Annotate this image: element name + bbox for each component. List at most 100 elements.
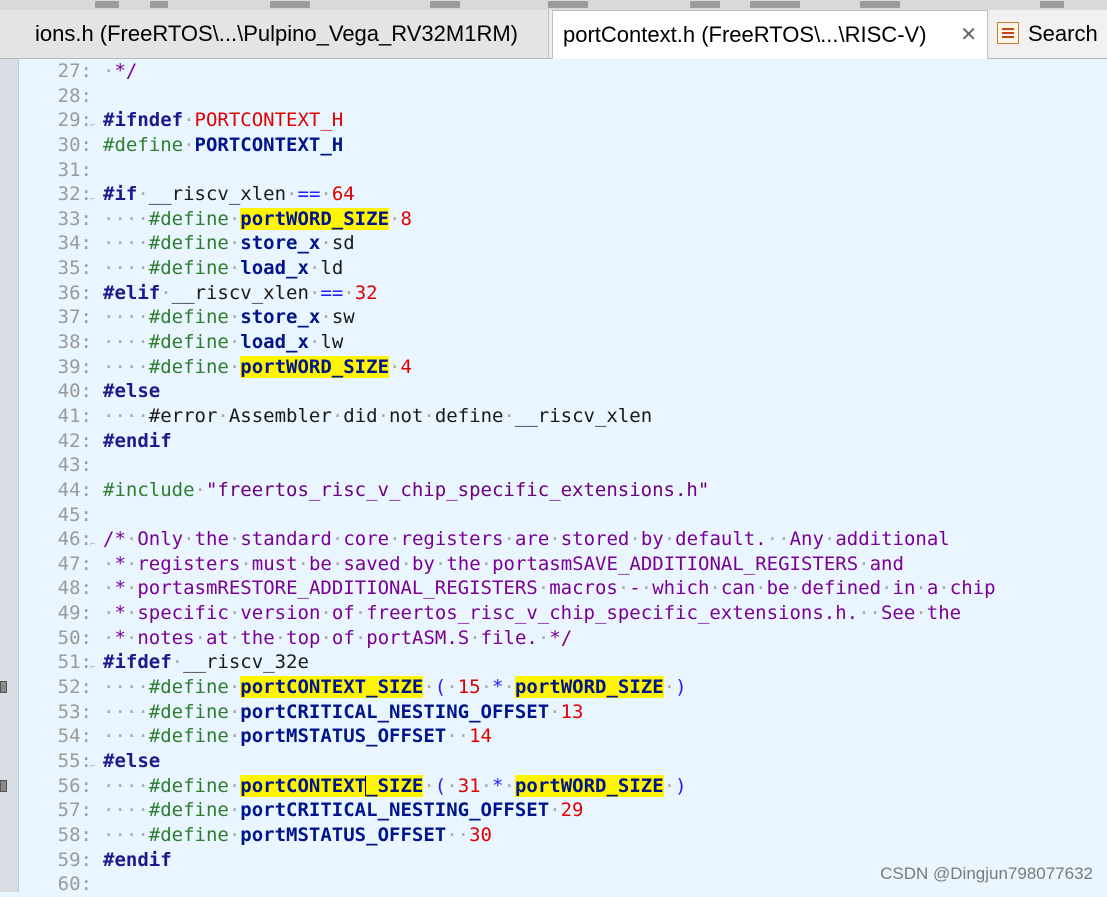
code-token: · bbox=[331, 552, 344, 575]
code-token: default. bbox=[675, 528, 767, 551]
code-token: · bbox=[228, 823, 241, 846]
code-token: · bbox=[709, 577, 721, 600]
code-token: by bbox=[640, 528, 664, 551]
code-token: top bbox=[286, 626, 321, 649]
code-token: chip bbox=[949, 577, 996, 600]
code-token: ···· bbox=[103, 232, 149, 255]
code-token: · bbox=[228, 725, 241, 748]
line-number: 55: bbox=[57, 749, 92, 772]
code-token: · bbox=[549, 799, 561, 822]
code-token: #else bbox=[103, 749, 161, 772]
code-text: ·*·portasmRESTORE_ADDITIONAL_REGISTERS·m… bbox=[103, 576, 996, 601]
code-token: == bbox=[320, 281, 344, 304]
code-token: · bbox=[354, 602, 367, 625]
code-token: · bbox=[640, 577, 653, 600]
code-token: · bbox=[423, 774, 435, 797]
code-token: · bbox=[183, 133, 195, 156]
tab-search[interactable]: Search bbox=[990, 10, 1107, 58]
toolbar-button[interactable] bbox=[690, 1, 720, 8]
toolbar-button[interactable] bbox=[430, 1, 460, 8]
code-token: /* bbox=[103, 528, 126, 551]
code-token: · bbox=[549, 528, 561, 551]
code-token: portasmSAVE_ADDITIONAL_REGISTERS bbox=[492, 552, 859, 575]
code-token: · bbox=[286, 183, 298, 206]
code-token: · bbox=[228, 700, 241, 723]
code-token: #ifdef bbox=[103, 651, 172, 674]
code-token: portWORD_SIZE bbox=[514, 676, 664, 699]
code-token: 30 bbox=[469, 823, 492, 846]
code-token: · bbox=[308, 257, 321, 280]
tab-portcontext-header[interactable]: portContext.h (FreeRTOS\...\RISC-V) ✕ bbox=[552, 10, 988, 59]
line-number: 49: bbox=[57, 602, 92, 625]
code-token: · bbox=[125, 528, 138, 551]
bookmark-icon[interactable] bbox=[0, 681, 7, 694]
code-token: ) bbox=[675, 676, 687, 699]
code-token: standard bbox=[240, 528, 332, 551]
line-number: 60: bbox=[57, 873, 92, 896]
tab-ports-header[interactable]: ions.h (FreeRTOS\...\Pulpino_Vega_RV32M1… bbox=[0, 10, 549, 58]
code-token: defined bbox=[800, 577, 882, 600]
code-token: · bbox=[938, 577, 950, 600]
tab-label: Search bbox=[1028, 21, 1098, 46]
code-token: freertos_risc_v_chip_specific_extensions… bbox=[366, 602, 859, 625]
toolbar-button[interactable] bbox=[150, 1, 168, 8]
code-token: · bbox=[228, 528, 241, 551]
code-token: 64 bbox=[331, 183, 355, 206]
bookmark-margin[interactable] bbox=[0, 59, 19, 892]
code-token: portCONTEXT bbox=[240, 774, 367, 797]
code-token: · bbox=[858, 552, 870, 575]
code-token: ···· bbox=[103, 331, 149, 354]
code-token: #define bbox=[148, 700, 229, 723]
code-token: #define bbox=[148, 257, 229, 280]
line-number: 32: bbox=[57, 183, 92, 206]
code-token: · bbox=[228, 331, 241, 354]
toolbar-button[interactable] bbox=[95, 1, 119, 8]
code-token: a bbox=[926, 577, 939, 600]
line-number: 33: bbox=[57, 207, 92, 230]
code-token: · bbox=[228, 232, 241, 255]
code-text: ·*·registers·must·be·saved·by·the·portas… bbox=[103, 552, 904, 577]
code-token: did bbox=[343, 404, 378, 427]
code-token: · bbox=[503, 774, 515, 797]
code-token: #define bbox=[148, 207, 229, 230]
code-token: __riscv_xlen bbox=[514, 404, 653, 427]
code-token: not bbox=[389, 404, 424, 427]
code-token: · bbox=[789, 577, 801, 600]
tab-label: ions.h (FreeRTOS\...\Pulpino_Vega_RV32M1… bbox=[34, 21, 518, 46]
code-token: · bbox=[663, 528, 676, 551]
code-text: #endif bbox=[103, 848, 172, 873]
code-token: · bbox=[183, 528, 195, 551]
code-token: ···· bbox=[103, 404, 149, 427]
code-text: ····#define·load_x·lw bbox=[103, 330, 343, 355]
toolbar-button[interactable] bbox=[548, 1, 588, 8]
code-token: file. bbox=[480, 626, 538, 649]
line-number: 57: bbox=[57, 799, 92, 822]
code-token: #define bbox=[148, 355, 229, 378]
bookmark-icon[interactable] bbox=[0, 779, 7, 792]
code-token: · bbox=[755, 577, 767, 600]
toolbar-button[interactable] bbox=[270, 1, 310, 8]
close-icon[interactable]: ✕ bbox=[960, 11, 977, 59]
line-number: 27: bbox=[57, 60, 92, 82]
code-token: ···· bbox=[103, 725, 149, 748]
code-token: the bbox=[194, 528, 229, 551]
line-number: 44: bbox=[57, 478, 92, 501]
toolbar-button[interactable] bbox=[860, 1, 900, 8]
toolbar-button[interactable] bbox=[750, 1, 800, 8]
line-number: 38: bbox=[57, 331, 92, 354]
code-editor[interactable]: 27: ·*/28: 29: ⌐ #ifndef·PORTCONTEXT_H 30: #de… bbox=[0, 59, 1107, 895]
line-number: 52: bbox=[57, 676, 92, 699]
code-token: * bbox=[114, 577, 126, 600]
code-token: additional bbox=[835, 528, 950, 551]
code-token: · bbox=[663, 774, 676, 797]
code-token: registers bbox=[400, 528, 504, 551]
code-token: */ bbox=[114, 60, 138, 82]
code-token: __riscv_xlen bbox=[171, 281, 309, 304]
code-text: #if·__riscv_xlen·==·64 bbox=[103, 182, 355, 207]
code-token: · bbox=[354, 626, 367, 649]
code-token: 8 bbox=[400, 207, 412, 230]
code-token: · bbox=[125, 626, 138, 649]
toolbar-button[interactable] bbox=[1040, 1, 1064, 8]
code-token: · bbox=[297, 552, 309, 575]
code-token: · bbox=[103, 626, 115, 649]
